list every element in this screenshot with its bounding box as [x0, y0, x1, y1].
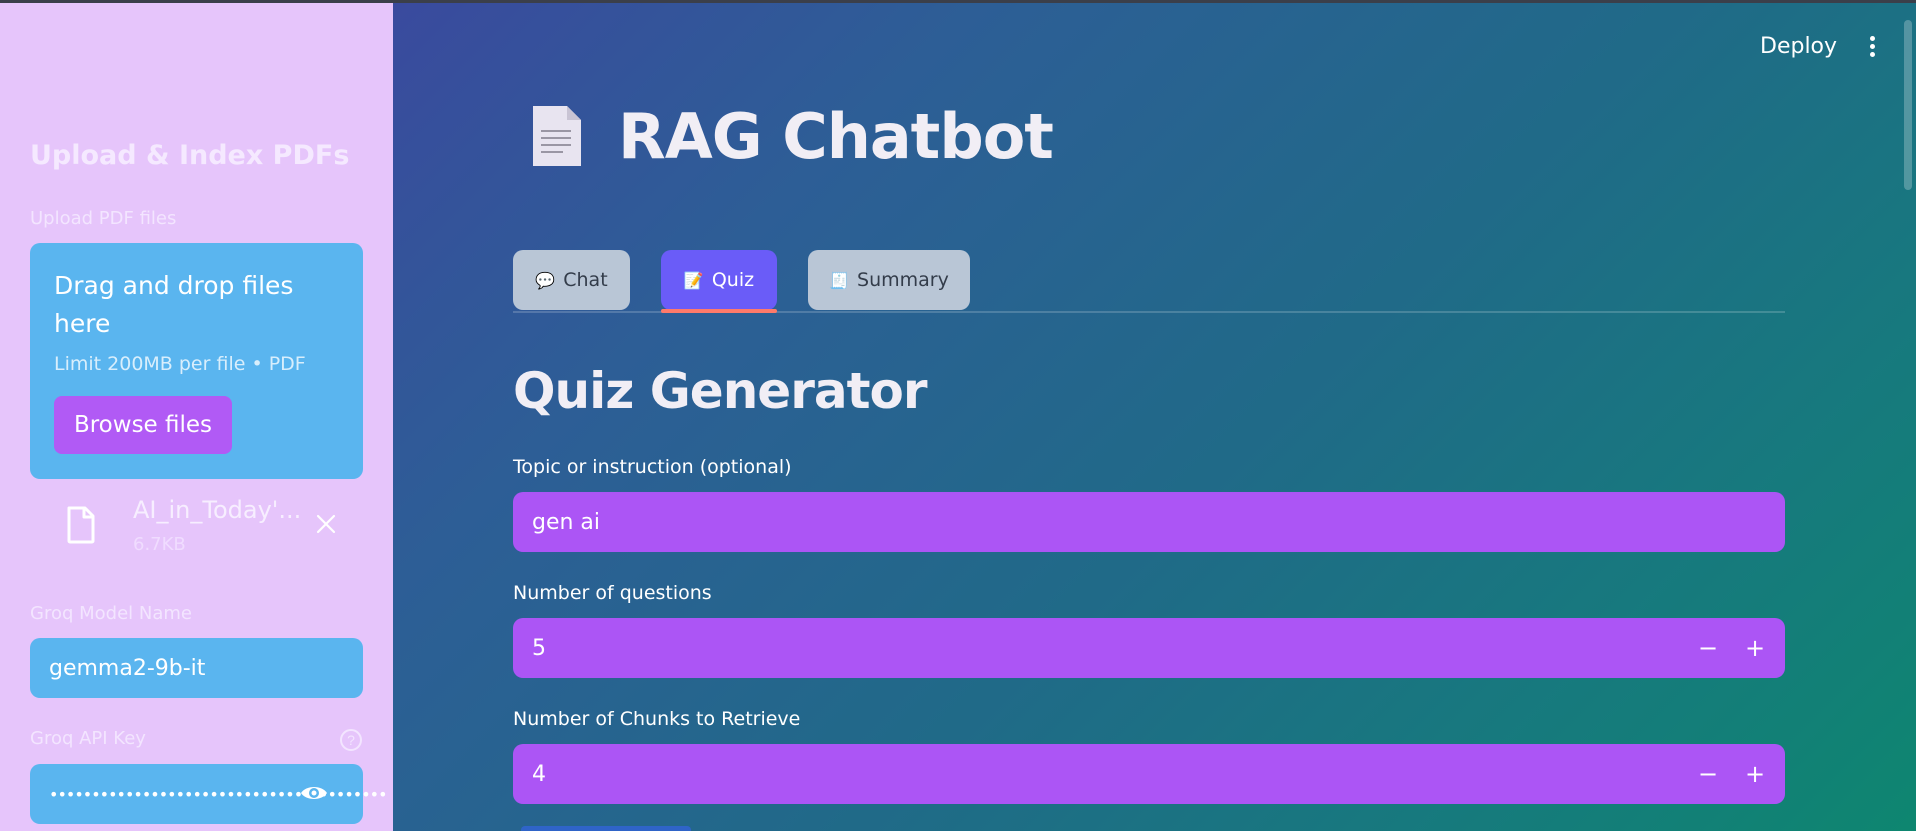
api-key-input[interactable]: ••••••••••••••••••••••••••••••••••••••••: [30, 764, 387, 824]
document-icon: [533, 106, 581, 166]
chunks-value: 4: [532, 761, 546, 787]
decrement-button[interactable]: −: [1692, 632, 1724, 664]
api-key-value: ••••••••••••••••••••••••••••••••••••••••: [49, 784, 387, 804]
tab-summary[interactable]: 🧾 Summary: [808, 250, 970, 310]
sidebar-title: Upload & Index PDFs: [30, 140, 350, 171]
uploaded-file-item: AI_in_Today'... 6.7KB: [30, 492, 363, 562]
remove-file-icon[interactable]: [314, 512, 338, 536]
window-top-border: [0, 0, 1916, 3]
active-tab-indicator: [661, 309, 777, 313]
show-password-icon[interactable]: [299, 782, 329, 804]
topic-label: Topic or instruction (optional): [513, 456, 792, 478]
model-name-input[interactable]: gemma2-9b-it: [30, 638, 363, 698]
num-questions-value: 5: [532, 635, 546, 661]
model-name-label: Groq Model Name: [30, 603, 192, 624]
upload-label: Upload PDF files: [30, 208, 177, 229]
tab-quiz[interactable]: 📝 Quiz: [661, 250, 777, 310]
more-menu-icon[interactable]: [1868, 36, 1876, 58]
chunks-label: Number of Chunks to Retrieve: [513, 708, 801, 730]
scrollbar[interactable]: [1904, 20, 1912, 190]
topic-input[interactable]: gen ai: [513, 492, 1785, 552]
increment-button[interactable]: +: [1739, 758, 1771, 790]
deploy-button[interactable]: Deploy: [1760, 34, 1837, 59]
file-size: 6.7KB: [133, 534, 186, 555]
speech-balloon-icon: 💬: [535, 270, 556, 290]
section-title: Quiz Generator: [513, 362, 928, 420]
dropzone-limit: Limit 200MB per file • PDF: [54, 353, 306, 375]
file-dropzone[interactable]: Drag and drop files here Limit 200MB per…: [30, 243, 363, 479]
file-icon: [67, 506, 95, 544]
chunks-stepper[interactable]: 4 − +: [513, 744, 1785, 804]
increment-button[interactable]: +: [1739, 632, 1771, 664]
tab-summary-label: Summary: [857, 269, 949, 291]
tab-chat[interactable]: 💬 Chat: [513, 250, 630, 310]
sidebar: Upload & Index PDFs Upload PDF files Dra…: [0, 0, 393, 831]
generate-button-edge[interactable]: [521, 826, 691, 831]
tab-quiz-label: Quiz: [711, 269, 755, 291]
num-questions-label: Number of questions: [513, 582, 712, 604]
file-name: AI_in_Today'...: [133, 496, 302, 524]
browse-files-button[interactable]: Browse files: [54, 396, 232, 454]
page-title: RAG Chatbot: [618, 100, 1054, 173]
tab-chat-label: Chat: [563, 269, 608, 291]
decrement-button[interactable]: −: [1692, 758, 1724, 790]
help-icon[interactable]: ?: [340, 729, 362, 751]
dropzone-title: Drag and drop files here: [54, 271, 294, 338]
receipt-icon: 🧾: [829, 270, 850, 290]
main-area: Deploy RAG Chatbot 💬 Chat 📝 Quiz 🧾 Summa…: [393, 0, 1916, 831]
tab-bar: 💬 Chat 📝 Quiz 🧾 Summary: [513, 250, 1785, 314]
memo-icon: 📝: [683, 270, 704, 290]
api-key-label: Groq API Key: [30, 728, 146, 749]
num-questions-stepper[interactable]: 5 − +: [513, 618, 1785, 678]
